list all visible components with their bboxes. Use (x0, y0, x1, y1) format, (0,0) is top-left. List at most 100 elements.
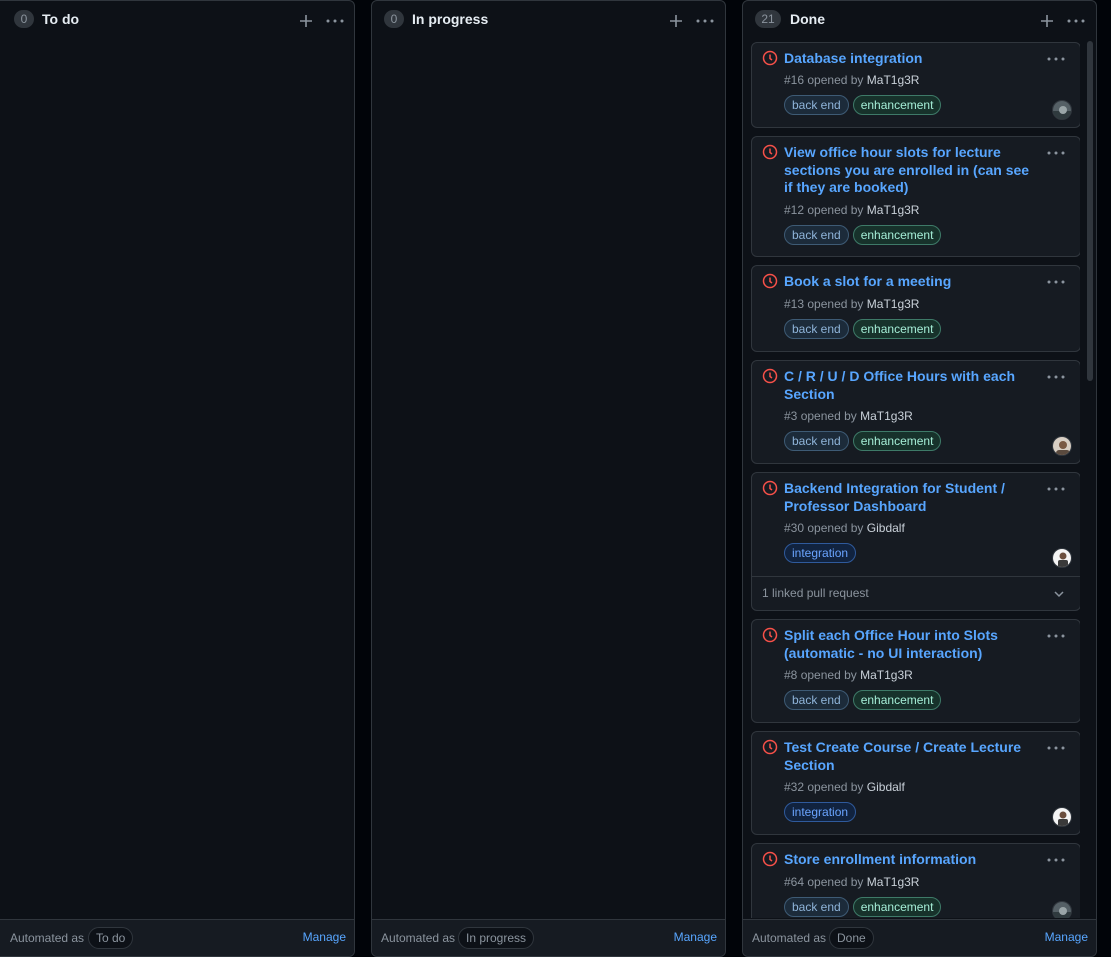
issue-icon (762, 50, 778, 66)
label-enhancement[interactable]: enhancement (852, 95, 942, 115)
kebab-menu-icon[interactable] (1046, 852, 1066, 868)
column-title: To do (42, 11, 80, 27)
author-link[interactable]: MaT1g3R (867, 73, 920, 87)
issue-number: #64 (784, 875, 805, 889)
automated-label: Automated as (10, 931, 85, 945)
label-enhancement[interactable]: enhancement (852, 431, 942, 451)
author-link[interactable]: MaT1g3R (860, 409, 913, 423)
label-integration[interactable]: integration (784, 543, 857, 563)
avatar[interactable] (1052, 436, 1072, 456)
card-list: Database integration #16 opened by MaT1g… (751, 41, 1080, 918)
label-back-end[interactable]: back end (784, 897, 849, 917)
project-board: 0 To do Automated as To do Manage 0 In p… (0, 0, 1111, 957)
issue-card[interactable]: Split each Office Hour into Slots (autom… (751, 619, 1080, 723)
card-title[interactable]: View office hour slots for lecture secti… (784, 144, 1036, 197)
issue-card[interactable]: Store enrollment information #64 opened … (751, 843, 1080, 918)
avatar[interactable] (1052, 100, 1072, 120)
card-title[interactable]: Split each Office Hour into Slots (autom… (784, 627, 1036, 662)
card-meta: #32 opened by Gibdalf (784, 780, 905, 794)
issue-icon (762, 480, 778, 496)
label-back-end[interactable]: back end (784, 690, 849, 710)
kebab-menu-icon[interactable] (1046, 481, 1066, 497)
issue-card[interactable]: C / R / U / D Office Hours with each Sec… (751, 360, 1080, 464)
opened-by-text: opened by (807, 875, 864, 889)
automated-label: Automated as (381, 931, 456, 945)
kebab-menu-icon[interactable] (695, 11, 715, 31)
manage-link[interactable]: Manage (303, 930, 346, 944)
kebab-menu-icon[interactable] (325, 11, 345, 31)
author-link[interactable]: MaT1g3R (867, 875, 920, 889)
card-meta: #12 opened by MaT1g3R (784, 203, 919, 217)
opened-by-text: opened by (807, 297, 864, 311)
kebab-menu-icon[interactable] (1046, 740, 1066, 756)
issue-card[interactable]: Test Create Course / Create Lecture Sect… (751, 731, 1080, 835)
kebab-menu-icon[interactable] (1046, 51, 1066, 67)
author-link[interactable]: MaT1g3R (867, 203, 920, 217)
issue-number: #30 (784, 521, 805, 535)
column-footer: Automated as In progress Manage (372, 919, 725, 956)
scrollbar[interactable] (1087, 41, 1093, 381)
label-enhancement[interactable]: enhancement (852, 897, 942, 917)
issue-number: #32 (784, 780, 805, 794)
opened-by-text: opened by (807, 521, 864, 535)
chevron-down-icon[interactable] (1052, 587, 1066, 601)
opened-by-text: opened by (807, 73, 864, 87)
author-link[interactable]: Gibdalf (867, 521, 905, 535)
avatar[interactable] (1052, 901, 1072, 918)
card-meta: #13 opened by MaT1g3R (784, 297, 919, 311)
column-done: 21 Done Database integration #16 opened … (742, 0, 1097, 957)
manage-link[interactable]: Manage (674, 930, 717, 944)
column-count-badge: 0 (384, 10, 404, 28)
card-title[interactable]: C / R / U / D Office Hours with each Sec… (784, 368, 1036, 403)
label-back-end[interactable]: back end (784, 225, 849, 245)
label-enhancement[interactable]: enhancement (852, 319, 942, 339)
label-back-end[interactable]: back end (784, 431, 849, 451)
author-link[interactable]: MaT1g3R (860, 668, 913, 682)
card-title[interactable]: Store enrollment information (784, 851, 1036, 869)
issue-number: #3 (784, 409, 798, 423)
label-enhancement[interactable]: enhancement (852, 225, 942, 245)
issue-number: #13 (784, 297, 805, 311)
issue-icon (762, 144, 778, 160)
label-list: back end enhancement (784, 225, 942, 245)
manage-link[interactable]: Manage (1045, 930, 1088, 944)
linked-pull-requests[interactable]: 1 linked pull request (752, 576, 1080, 610)
card-title[interactable]: Backend Integration for Student / Profes… (784, 480, 1036, 515)
kebab-menu-icon[interactable] (1046, 369, 1066, 385)
card-title[interactable]: Database integration (784, 50, 1036, 68)
plus-icon[interactable] (296, 11, 316, 31)
issue-card[interactable]: Book a slot for a meeting #13 opened by … (751, 265, 1080, 352)
avatar[interactable] (1052, 548, 1072, 568)
plus-icon[interactable] (666, 11, 686, 31)
card-title[interactable]: Test Create Course / Create Lecture Sect… (784, 739, 1036, 774)
card-meta: #8 opened by MaT1g3R (784, 668, 913, 682)
issue-card[interactable]: View office hour slots for lecture secti… (751, 136, 1080, 257)
label-enhancement[interactable]: enhancement (852, 690, 942, 710)
opened-by-text: opened by (807, 203, 864, 217)
card-meta: #64 opened by MaT1g3R (784, 875, 919, 889)
card-meta: #16 opened by MaT1g3R (784, 73, 919, 87)
label-back-end[interactable]: back end (784, 319, 849, 339)
issue-number: #8 (784, 668, 798, 682)
label-integration[interactable]: integration (784, 802, 857, 822)
author-link[interactable]: MaT1g3R (867, 297, 920, 311)
automated-label: Automated as (752, 931, 827, 945)
label-list: integration (784, 543, 857, 563)
kebab-menu-icon[interactable] (1046, 628, 1066, 644)
author-link[interactable]: Gibdalf (867, 780, 905, 794)
automation-pill: To do (88, 927, 134, 949)
column-in-progress: 0 In progress Automated as In progress M… (371, 0, 726, 957)
kebab-menu-icon[interactable] (1046, 274, 1066, 290)
issue-card[interactable]: Database integration #16 opened by MaT1g… (751, 42, 1080, 128)
label-list: back end enhancement (784, 897, 942, 917)
card-title[interactable]: Book a slot for a meeting (784, 273, 1036, 291)
kebab-menu-icon[interactable] (1046, 145, 1066, 161)
card-meta: #30 opened by Gibdalf (784, 521, 905, 535)
column-todo: 0 To do Automated as To do Manage (0, 0, 355, 957)
issue-icon (762, 368, 778, 384)
issue-card[interactable]: Backend Integration for Student / Profes… (751, 472, 1080, 611)
avatar[interactable] (1052, 807, 1072, 827)
label-back-end[interactable]: back end (784, 95, 849, 115)
plus-icon[interactable] (1037, 11, 1057, 31)
kebab-menu-icon[interactable] (1066, 11, 1086, 31)
